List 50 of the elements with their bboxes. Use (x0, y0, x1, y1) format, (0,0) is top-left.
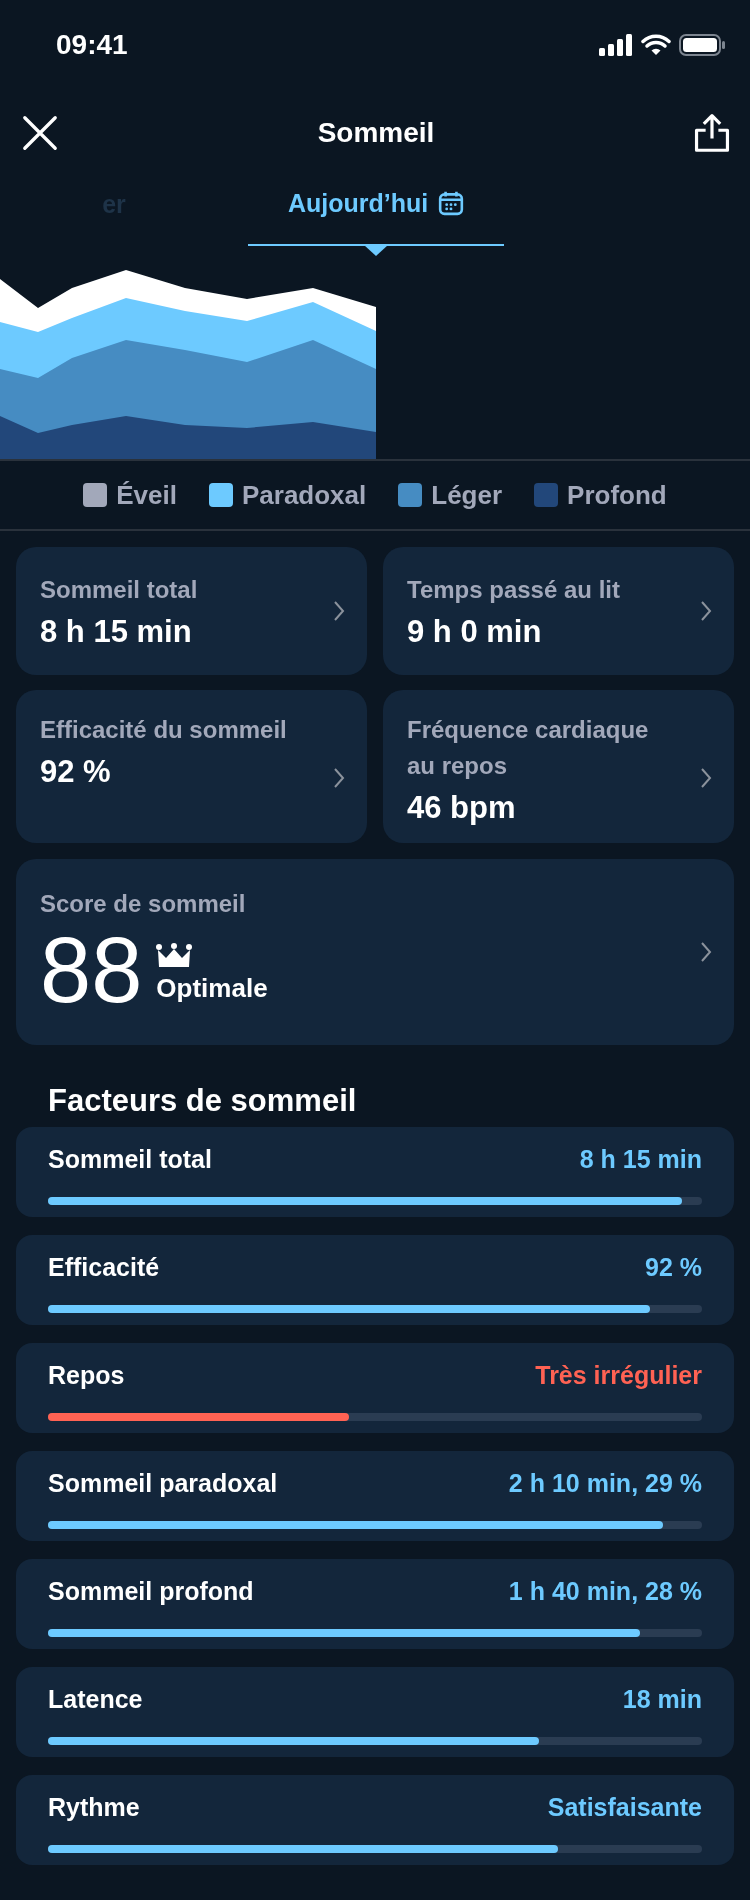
metric-label: Fréquence cardiaque au repos (407, 715, 650, 781)
chevron-icon (333, 766, 345, 789)
date-tab[interactable]: Aujourd’hui (248, 176, 504, 246)
score-card[interactable]: Score de sommeil 88 Optimale (16, 859, 734, 1045)
legend-label: Profond (567, 479, 667, 511)
crown-icon (156, 943, 193, 969)
chevron-icon (700, 766, 712, 789)
metric-value: 9 h 0 min (407, 614, 543, 650)
factor-label: Rythme (48, 1793, 140, 1823)
metric-label: Temps passé au lit (407, 575, 620, 605)
factor-value: Satisfaisante (547, 1793, 702, 1823)
chevron-icon (700, 941, 712, 963)
metric-card[interactable]: Efficacité du sommeil 92 % (16, 690, 367, 843)
metric-card[interactable]: Fréquence cardiaque au repos 46 bpm (383, 690, 734, 843)
metric-value: 92 % (40, 754, 112, 790)
factor-label: Sommeil total (48, 1145, 212, 1175)
metric-label: Sommeil total (40, 575, 198, 605)
factor-value: 8 h 15 min (579, 1145, 702, 1175)
factor-label: Repos (48, 1361, 125, 1391)
chevron-icon (333, 600, 345, 622)
factor-label: Sommeil paradoxal (48, 1469, 278, 1499)
battery-icon (679, 34, 725, 56)
factor-value: 2 h 10 min, 29 % (508, 1469, 702, 1499)
screen-title: Sommeil (317, 117, 435, 149)
signal-icon (599, 34, 633, 56)
wifi-icon (641, 34, 671, 56)
score-value: 88 (40, 922, 143, 1018)
factor-value: 18 min (622, 1685, 702, 1715)
legend-label: Léger (431, 479, 503, 511)
factor-label: Latence (48, 1685, 143, 1715)
calendar-icon (438, 190, 465, 216)
section-title: Facteurs de sommeil (47, 1082, 358, 1120)
factor-value: 92 % (645, 1253, 702, 1283)
share-button[interactable] (692, 111, 732, 155)
score-label: Score de sommeil (40, 889, 247, 919)
score-rating: Optimale (156, 973, 268, 1004)
factor-label: Efficacité (48, 1253, 160, 1283)
metric-card[interactable]: Temps passé au lit 9 h 0 min (383, 547, 734, 675)
factor-value: Très irrégulier (535, 1361, 702, 1391)
tab-pointer-icon (364, 245, 388, 256)
metric-value: 46 bpm (407, 790, 517, 826)
legend-label: Éveil (116, 479, 177, 511)
metric-label: Efficacité du sommeil (40, 715, 287, 745)
metric-card[interactable]: Sommeil total 8 h 15 min (16, 547, 367, 675)
factor-value: 1 h 40 min, 28 % (508, 1577, 702, 1607)
clock-time: 09:41 (56, 29, 128, 61)
chevron-icon (700, 600, 712, 622)
legend-label: Paradoxal (241, 479, 367, 511)
metric-value: 8 h 15 min (40, 614, 193, 650)
factor-label: Sommeil profond (48, 1577, 254, 1607)
